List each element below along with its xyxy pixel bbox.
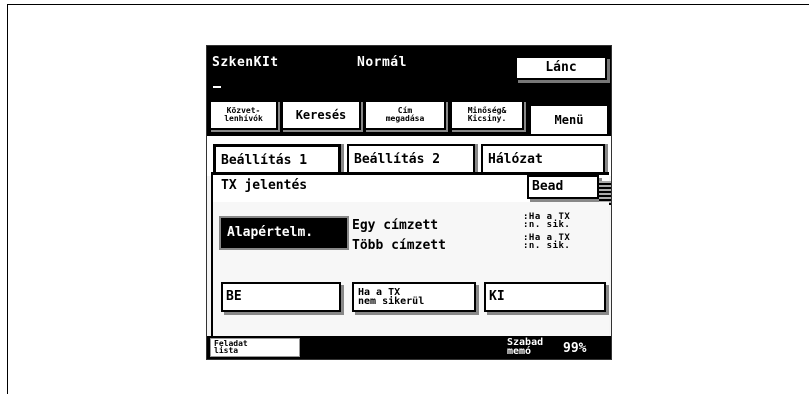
- cursor-indicator: [213, 86, 221, 88]
- tab-address-entry[interactable]: Cím megadása: [364, 100, 446, 130]
- multi-recipient-setting: :Ha a TX :n. sik.: [523, 233, 571, 251]
- option-off-button[interactable]: KI: [484, 282, 606, 312]
- tab-search[interactable]: Keresés: [281, 100, 361, 130]
- frame-top-border: [7, 4, 809, 5]
- touch-panel-screen: SzkenKIt Normál Lánc Közvet- lenhívók Ke…: [206, 45, 612, 360]
- tab-quality-reduction[interactable]: Minőség& Kicsiny.: [450, 100, 524, 130]
- frame-left-border: [7, 4, 8, 394]
- single-recipient-setting: :Ha a TX :n. sik.: [523, 212, 571, 230]
- single-recipient-label: Egy címzett: [352, 218, 439, 233]
- settings-subtab-row: Beállítás 1 Beállítás 2 Hálózat: [207, 134, 611, 176]
- bottom-status-bar: Feladat lista Szabad memó 99%: [207, 336, 611, 359]
- quality-label: Normál: [357, 55, 407, 70]
- chain-button[interactable]: Lánc: [515, 56, 607, 80]
- free-memory-label: Szabad memó: [507, 337, 544, 357]
- free-memory-value: 99%: [563, 341, 587, 356]
- send-button[interactable]: Bead: [527, 175, 599, 199]
- panel-title: TX jelentés: [221, 178, 308, 193]
- tab-speed-dial[interactable]: Közvet- lenhívók: [209, 100, 278, 130]
- mode-label: SzkenKIt: [212, 55, 279, 70]
- job-list-button[interactable]: Feladat lista: [210, 338, 300, 357]
- option-on-fail-button[interactable]: Ha a TX nem sikerül: [352, 282, 476, 312]
- tx-report-header: TX jelentés Bead: [211, 172, 611, 205]
- option-on-button[interactable]: BE: [221, 282, 341, 312]
- tx-report-body: Alapértelm. Egy címzett Több címzett :Ha…: [211, 202, 609, 337]
- default-button[interactable]: Alapértelm.: [219, 216, 349, 250]
- multi-recipient-label: Több címzett: [352, 238, 446, 253]
- main-tab-row: Közvet- lenhívók Keresés Cím megadása Mi…: [207, 94, 611, 134]
- status-bar: SzkenKIt Normál Lánc: [207, 46, 611, 94]
- tab-menu[interactable]: Menü: [529, 104, 609, 134]
